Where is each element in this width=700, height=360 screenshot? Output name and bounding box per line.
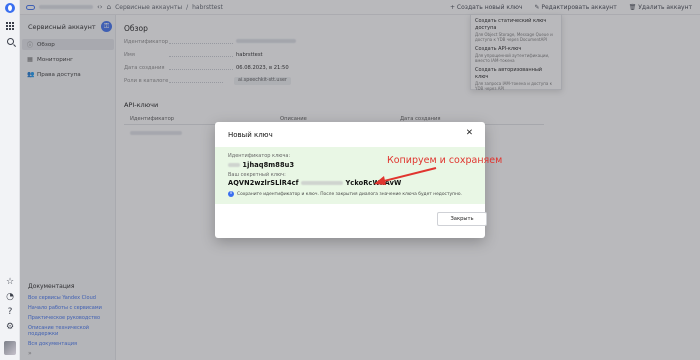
save-warning: i Сохраните идентификатор и ключ. После … xyxy=(228,191,462,197)
avatar[interactable] xyxy=(4,341,16,355)
services-grid-icon[interactable] xyxy=(5,21,15,31)
dialog-title: Новый ключ xyxy=(228,131,273,139)
secret-key-label: Ваш секретный ключ: xyxy=(228,172,286,178)
yandex-cloud-logo-icon[interactable] xyxy=(5,3,15,13)
app-rail: ☆ ◔ ? ⚙ xyxy=(0,0,20,360)
redacted-middle xyxy=(301,181,344,185)
close-icon[interactable]: ✕ xyxy=(466,129,473,138)
secret-key-prefix: AQVN2wzlrSLlR4cf xyxy=(228,179,299,187)
annotation-arrow xyxy=(374,167,437,185)
redacted-prefix xyxy=(228,163,240,167)
save-warning-text: Сохраните идентификатор и ключ. После за… xyxy=(237,191,462,197)
info-icon: i xyxy=(228,191,234,197)
key-id-text: 1jhaq8m88u3 xyxy=(242,161,295,169)
star-icon[interactable]: ☆ xyxy=(5,277,15,287)
close-button[interactable]: Закрыть xyxy=(437,212,487,226)
key-id-value[interactable]: 1jhaq8m88u3 xyxy=(228,161,294,169)
bell-icon[interactable]: ◔ xyxy=(5,292,15,302)
key-id-label: Идентификатор ключа: xyxy=(228,153,291,159)
help-icon[interactable]: ? xyxy=(5,307,15,317)
settings-gear-icon[interactable]: ⚙ xyxy=(5,322,15,332)
search-icon[interactable] xyxy=(5,36,15,46)
